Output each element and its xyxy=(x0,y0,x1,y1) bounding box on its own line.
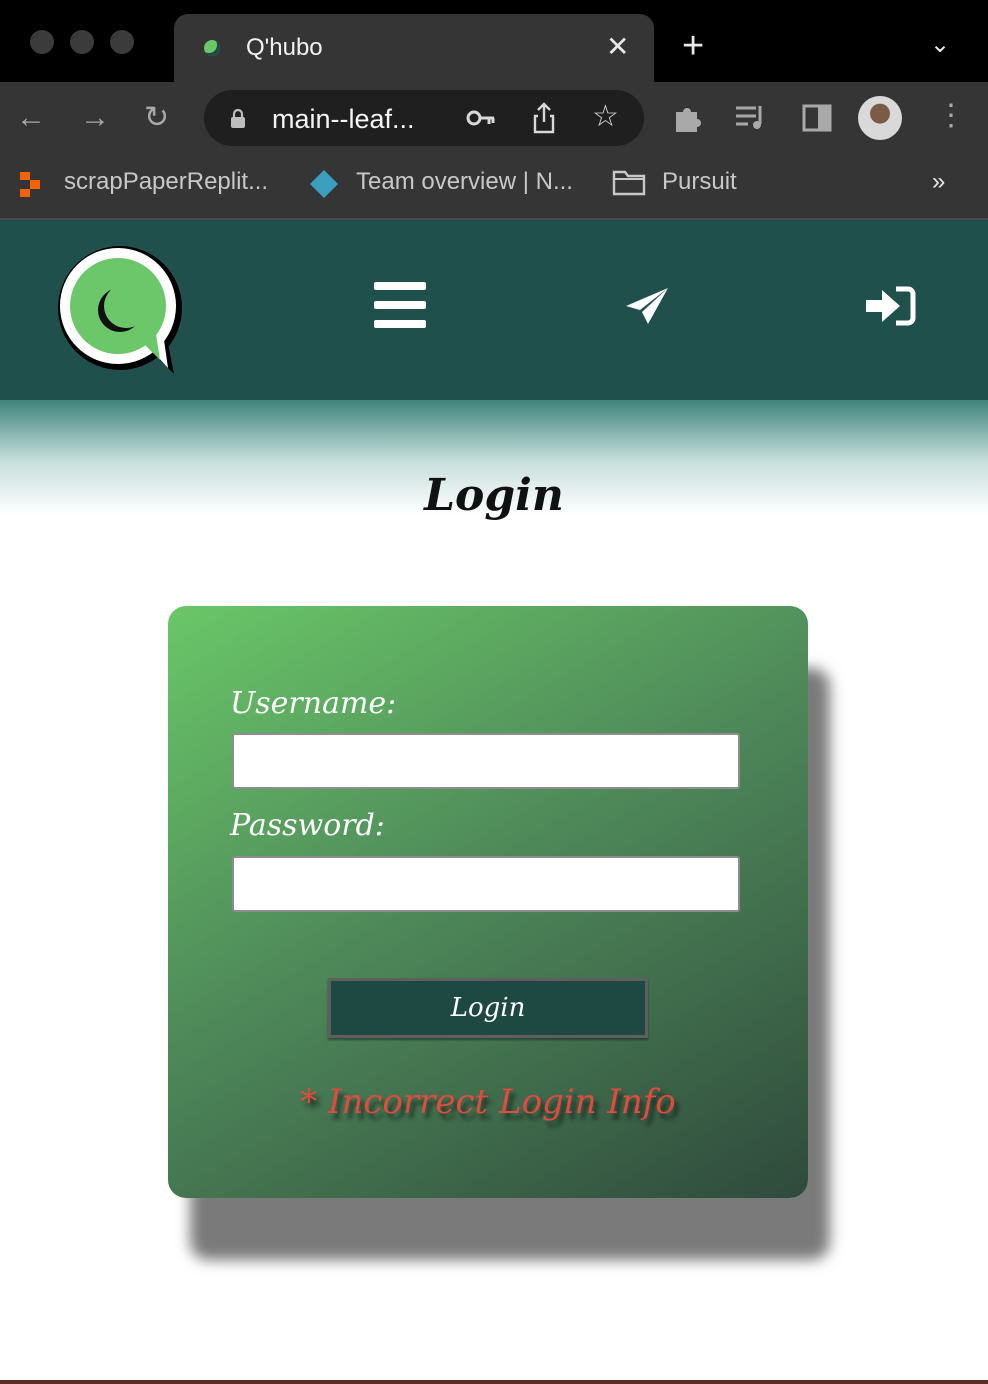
tab-search-chevron-icon[interactable]: ⌄ xyxy=(930,30,950,59)
username-label: Username: xyxy=(230,686,397,721)
login-button[interactable]: Login xyxy=(328,978,648,1038)
browser-tab[interactable]: Q'hubo ✕ xyxy=(174,14,654,82)
password-input[interactable] xyxy=(232,856,740,912)
folder-icon xyxy=(612,170,646,196)
address-bar[interactable]: main--leaf... ☆ xyxy=(204,90,644,146)
bookmarks-bar: scrapPaperReplit... Team overview | N...… xyxy=(0,154,988,220)
profile-avatar[interactable] xyxy=(858,96,902,140)
qhubo-logo[interactable] xyxy=(56,244,186,374)
url-text[interactable]: main--leaf... xyxy=(272,104,415,135)
bookmark-label[interactable]: Team overview | N... xyxy=(356,168,573,196)
extensions-puzzle-icon[interactable] xyxy=(672,102,704,134)
username-input[interactable] xyxy=(232,733,740,789)
window-close-dot[interactable] xyxy=(30,30,54,54)
sign-in-icon[interactable] xyxy=(864,286,916,326)
key-icon[interactable] xyxy=(466,108,496,128)
forward-arrow-icon[interactable]: → xyxy=(80,100,110,136)
window-zoom-dot[interactable] xyxy=(110,30,134,54)
diamond-icon xyxy=(310,170,338,198)
login-form: Username: Password: Login * Incorrect Lo… xyxy=(168,606,808,1198)
replit-icon xyxy=(20,172,40,197)
bookmark-star-icon[interactable]: ☆ xyxy=(592,102,619,132)
window-bottom-edge xyxy=(0,1380,988,1384)
more-bookmarks-icon[interactable]: » xyxy=(932,168,945,196)
password-label: Password: xyxy=(230,808,385,843)
page-title: Login xyxy=(424,470,564,521)
window-minimize-dot[interactable] xyxy=(70,30,94,54)
new-tab-icon[interactable]: + xyxy=(682,26,704,66)
tab-title: Q'hubo xyxy=(246,34,323,61)
site-header xyxy=(0,220,988,400)
tab-favicon-icon xyxy=(204,40,220,56)
menu-icon[interactable] xyxy=(374,282,426,328)
reload-icon[interactable]: ↻ xyxy=(144,100,169,136)
media-queue-icon[interactable] xyxy=(734,104,768,132)
back-arrow-icon[interactable]: ← xyxy=(16,100,46,136)
lock-icon[interactable] xyxy=(230,108,246,128)
error-message: * Incorrect Login Info xyxy=(300,1082,676,1122)
tab-close-icon[interactable]: ✕ xyxy=(606,30,629,64)
share-icon[interactable] xyxy=(532,102,556,134)
kebab-menu-icon[interactable]: ⋮ xyxy=(936,98,966,134)
bookmark-label[interactable]: Pursuit xyxy=(662,168,737,196)
send-icon[interactable] xyxy=(624,286,670,326)
bookmark-label[interactable]: scrapPaperReplit... xyxy=(64,168,268,196)
side-panel-icon[interactable] xyxy=(802,104,832,132)
browser-tab-strip: Q'hubo ✕ + ⌄ xyxy=(0,0,988,82)
browser-toolbar: ← → ↻ main--leaf... ☆ ⋮ xyxy=(0,82,988,154)
